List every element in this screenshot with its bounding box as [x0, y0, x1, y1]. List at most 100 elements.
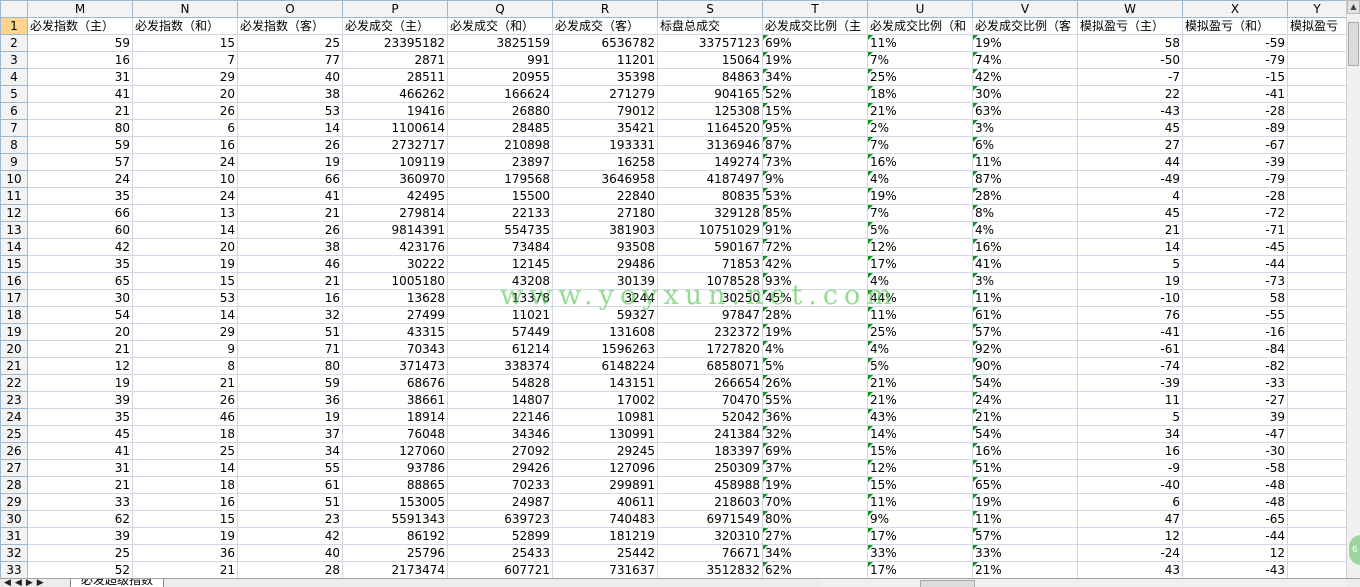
data-cell[interactable]: 1727820 [657, 340, 763, 358]
data-cell[interactable]: -67 [1182, 136, 1288, 154]
data-cell[interactable]: -82 [1182, 357, 1288, 375]
data-cell[interactable]: -84 [1182, 340, 1288, 358]
data-cell[interactable]: -79 [1182, 51, 1288, 69]
data-cell[interactable]: -28 [1182, 102, 1288, 120]
column-header-u[interactable]: U [867, 0, 973, 18]
empty-cell[interactable] [1287, 289, 1346, 307]
data-cell[interactable]: 11% [867, 34, 973, 52]
column-header-v[interactable]: V [972, 0, 1078, 18]
data-cell[interactable]: 466262 [342, 85, 448, 103]
header-cell[interactable]: 必发成交（主） [342, 17, 448, 35]
data-cell[interactable]: 54% [972, 374, 1078, 392]
data-cell[interactable]: 30% [972, 85, 1078, 103]
data-cell[interactable]: 60 [27, 221, 133, 239]
data-cell[interactable]: -48 [1182, 493, 1288, 511]
header-cell[interactable]: 标盘总成交 [657, 17, 763, 35]
empty-cell[interactable] [1287, 238, 1346, 256]
row-header[interactable]: 4 [0, 68, 28, 86]
empty-cell[interactable] [1287, 119, 1346, 137]
data-cell[interactable]: 76671 [657, 544, 763, 562]
row-header[interactable]: 10 [0, 170, 28, 188]
data-cell[interactable]: 24987 [447, 493, 553, 511]
data-cell[interactable]: 5% [867, 357, 973, 375]
data-cell[interactable]: 8% [972, 204, 1078, 222]
data-cell[interactable]: 36 [237, 391, 343, 409]
data-cell[interactable]: 53% [762, 187, 868, 205]
data-cell[interactable]: 25442 [552, 544, 658, 562]
data-cell[interactable]: 904165 [657, 85, 763, 103]
empty-cell[interactable] [1287, 102, 1346, 120]
row-header[interactable]: 31 [0, 527, 28, 545]
data-cell[interactable]: 12 [1077, 527, 1183, 545]
data-cell[interactable]: 55 [237, 459, 343, 477]
data-cell[interactable]: 39 [27, 527, 133, 545]
data-cell[interactable]: 9814391 [342, 221, 448, 239]
data-cell[interactable]: 70% [762, 493, 868, 511]
data-cell[interactable]: 18 [132, 476, 238, 494]
data-cell[interactable]: 25 [132, 442, 238, 460]
data-cell[interactable]: 11 [1077, 391, 1183, 409]
data-cell[interactable]: 41 [237, 187, 343, 205]
data-cell[interactable]: 16 [1077, 442, 1183, 460]
data-cell[interactable]: 15500 [447, 187, 553, 205]
data-cell[interactable]: -7 [1077, 68, 1183, 86]
data-cell[interactable]: 43% [867, 408, 973, 426]
row-header[interactable]: 16 [0, 272, 28, 290]
data-cell[interactable]: 23395182 [342, 34, 448, 52]
data-cell[interactable]: 6971549 [657, 510, 763, 528]
data-cell[interactable]: 6 [1077, 493, 1183, 511]
column-header-r[interactable]: R [552, 0, 658, 18]
data-cell[interactable]: 3646958 [552, 170, 658, 188]
data-cell[interactable]: 21% [972, 408, 1078, 426]
empty-cell[interactable] [1287, 561, 1346, 578]
empty-cell[interactable] [1287, 68, 1346, 86]
data-cell[interactable]: 16258 [552, 153, 658, 171]
data-cell[interactable]: -9 [1077, 459, 1183, 477]
data-cell[interactable]: 74% [972, 51, 1078, 69]
column-header-n[interactable]: N [132, 0, 238, 18]
data-cell[interactable]: 87% [762, 136, 868, 154]
data-cell[interactable]: 131608 [552, 323, 658, 341]
data-cell[interactable]: 26% [762, 374, 868, 392]
data-cell[interactable]: -24 [1077, 544, 1183, 562]
data-cell[interactable]: 19% [972, 493, 1078, 511]
data-cell[interactable]: 27180 [552, 204, 658, 222]
data-cell[interactable]: 21% [972, 561, 1078, 578]
data-cell[interactable]: 51 [237, 493, 343, 511]
data-cell[interactable]: 21 [27, 102, 133, 120]
header-cell[interactable]: 必发成交比例（客 [972, 17, 1078, 35]
data-cell[interactable]: 19 [237, 153, 343, 171]
data-cell[interactable]: 70343 [342, 340, 448, 358]
data-cell[interactable]: 33% [867, 544, 973, 562]
data-cell[interactable]: -39 [1077, 374, 1183, 392]
data-cell[interactable]: 6148224 [552, 357, 658, 375]
data-cell[interactable]: 53 [132, 289, 238, 307]
data-cell[interactable]: 26 [237, 136, 343, 154]
data-cell[interactable]: 15064 [657, 51, 763, 69]
data-cell[interactable]: 23897 [447, 153, 553, 171]
data-cell[interactable]: 21 [237, 272, 343, 290]
empty-cell[interactable] [1287, 51, 1346, 69]
data-cell[interactable]: 19% [762, 476, 868, 494]
data-cell[interactable]: -15 [1182, 68, 1288, 86]
data-cell[interactable]: -55 [1182, 306, 1288, 324]
data-cell[interactable]: 731637 [552, 561, 658, 578]
column-header-p[interactable]: P [342, 0, 448, 18]
data-cell[interactable]: -61 [1077, 340, 1183, 358]
data-cell[interactable]: 37 [237, 425, 343, 443]
data-cell[interactable]: 590167 [657, 238, 763, 256]
data-cell[interactable]: 46 [132, 408, 238, 426]
data-cell[interactable]: 299891 [552, 476, 658, 494]
data-cell[interactable]: 125308 [657, 102, 763, 120]
data-cell[interactable]: 59327 [552, 306, 658, 324]
data-cell[interactable]: 79012 [552, 102, 658, 120]
data-cell[interactable]: 38 [237, 238, 343, 256]
data-cell[interactable]: 76 [1077, 306, 1183, 324]
data-cell[interactable]: -10 [1077, 289, 1183, 307]
data-cell[interactable]: 1078528 [657, 272, 763, 290]
data-cell[interactable]: 35 [27, 408, 133, 426]
column-header-w[interactable]: W [1077, 0, 1183, 18]
data-cell[interactable]: 80835 [657, 187, 763, 205]
data-cell[interactable]: 24 [132, 153, 238, 171]
data-cell[interactable]: 38 [237, 85, 343, 103]
